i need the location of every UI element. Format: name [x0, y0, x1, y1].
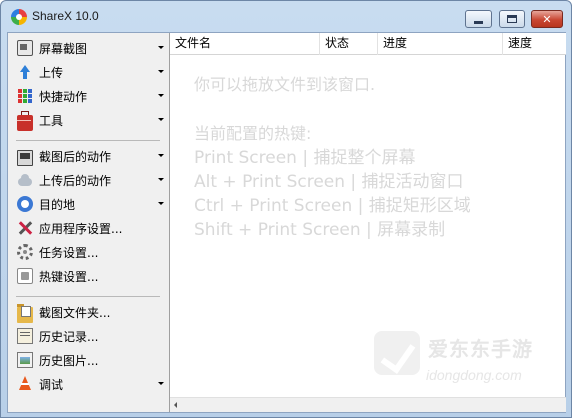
- keyboard-key-icon: [17, 268, 33, 284]
- menu-separator: [16, 296, 160, 297]
- hotkeys-heading: 当前配置的热键:: [194, 124, 312, 143]
- column-progress[interactable]: 进度: [378, 33, 503, 55]
- menu-debug[interactable]: 调试: [14, 373, 166, 395]
- image-history-icon: [17, 352, 33, 368]
- close-button[interactable]: ✕: [531, 10, 563, 28]
- watermark-logo-icon: [374, 331, 420, 375]
- column-status[interactable]: 状态: [320, 33, 378, 55]
- sharex-window: ShareX 10.0 ✕ 屏幕截图 上传 快捷动作 工具 截图后的动作 上传后…: [0, 0, 572, 418]
- window-title: ShareX 10.0: [32, 9, 99, 23]
- folder-icon: [17, 304, 33, 323]
- traffic-cone-icon: [17, 376, 33, 392]
- menu-label: 历史记录...: [39, 329, 99, 344]
- dropdown-arrow-icon: [158, 382, 164, 385]
- screenshot-icon: [17, 40, 33, 56]
- scroll-left-arrow-icon[interactable]: [174, 402, 177, 408]
- menu-after-capture[interactable]: 截图后的动作: [14, 145, 166, 167]
- watermark-text: 爱东东手游: [428, 337, 533, 361]
- destination-icon: [17, 196, 33, 212]
- upload-arrow-icon: [17, 64, 33, 80]
- gear-icon: [17, 244, 33, 260]
- dropdown-arrow-icon: [158, 202, 164, 205]
- minimize-icon: [474, 20, 483, 24]
- column-filename[interactable]: 文件名: [170, 33, 320, 55]
- menu-task-settings[interactable]: 任务设置...: [14, 241, 166, 263]
- menu-capture[interactable]: 屏幕截图: [14, 37, 166, 59]
- menu-image-history[interactable]: 历史图片...: [14, 349, 166, 371]
- list-header: 文件名 状态 进度 速度: [170, 33, 566, 55]
- hotkey-line: Shift + Print Screen | 屏幕录制: [194, 220, 446, 240]
- dropdown-arrow-icon: [158, 94, 164, 97]
- menu-history[interactable]: 历史记录...: [14, 325, 166, 347]
- menu-application-settings[interactable]: 应用程序设置...: [14, 217, 166, 239]
- menu-label: 目的地: [39, 197, 76, 212]
- sidebar-menu: 屏幕截图 上传 快捷动作 工具 截图后的动作 上传后的动作 目的地 应用程序设置…: [8, 33, 169, 412]
- menu-label: 上传后的动作: [39, 173, 112, 188]
- dropdown-arrow-icon: [158, 154, 164, 157]
- watermark-url: idongdong.com: [426, 367, 522, 383]
- task-list-panel[interactable]: 文件名 状态 进度 速度 你可以拖放文件到该窗口. 当前配置的热键: Print…: [169, 33, 566, 412]
- menu-screenshots-folder[interactable]: 截图文件夹...: [14, 301, 166, 323]
- menu-tools[interactable]: 工具: [14, 109, 166, 131]
- quick-actions-grid-icon: [17, 88, 33, 104]
- dropdown-arrow-icon: [158, 46, 164, 49]
- dropdown-arrow-icon: [158, 70, 164, 73]
- menu-after-upload[interactable]: 上传后的动作: [14, 169, 166, 191]
- menu-label: 任务设置...: [39, 245, 99, 260]
- hotkey-line: Ctrl + Print Screen | 捕捉矩形区域: [194, 196, 471, 216]
- menu-label: 上传: [39, 65, 64, 80]
- hotkey-line: Print Screen | 捕捉整个屏幕: [194, 148, 416, 168]
- dropdown-arrow-icon: [158, 118, 164, 121]
- menu-destinations[interactable]: 目的地: [14, 193, 166, 215]
- menu-label: 热键设置...: [39, 269, 99, 284]
- menu-label: 历史图片...: [39, 353, 99, 368]
- menu-label: 快捷动作: [39, 89, 88, 104]
- horizontal-scrollbar[interactable]: [170, 397, 566, 412]
- drop-hint-text: 你可以拖放文件到该窗口.: [194, 75, 376, 94]
- hotkey-line: Alt + Print Screen | 捕捉活动窗口: [194, 172, 464, 192]
- toolbox-icon: [17, 111, 33, 131]
- menu-label: 应用程序设置...: [39, 221, 123, 236]
- menu-label: 截图文件夹...: [39, 305, 111, 320]
- menu-label: 截图后的动作: [39, 149, 112, 164]
- menu-hotkey-settings[interactable]: 热键设置...: [14, 265, 166, 287]
- site-watermark: 爱东东手游 idongdong.com: [366, 327, 566, 397]
- after-capture-icon: [17, 150, 33, 166]
- after-upload-cloud-icon: [17, 172, 33, 188]
- client-area: 屏幕截图 上传 快捷动作 工具 截图后的动作 上传后的动作 目的地 应用程序设置…: [7, 32, 566, 413]
- dropdown-arrow-icon: [158, 178, 164, 181]
- sharex-logo-icon: [11, 9, 27, 25]
- menu-label: 调试: [39, 377, 64, 392]
- history-icon: [17, 328, 33, 344]
- menu-separator: [16, 140, 160, 141]
- maximize-button[interactable]: [499, 10, 525, 28]
- wrench-icon: [17, 220, 33, 236]
- minimize-button[interactable]: [465, 10, 492, 28]
- close-icon: ✕: [542, 12, 552, 26]
- column-speed[interactable]: 速度: [503, 33, 565, 55]
- menu-quick-actions[interactable]: 快捷动作: [14, 85, 166, 107]
- maximize-icon: [507, 15, 517, 23]
- menu-label: 屏幕截图: [39, 41, 88, 56]
- title-bar[interactable]: ShareX 10.0 ✕: [1, 1, 571, 31]
- menu-upload[interactable]: 上传: [14, 61, 166, 83]
- menu-label: 工具: [39, 113, 64, 128]
